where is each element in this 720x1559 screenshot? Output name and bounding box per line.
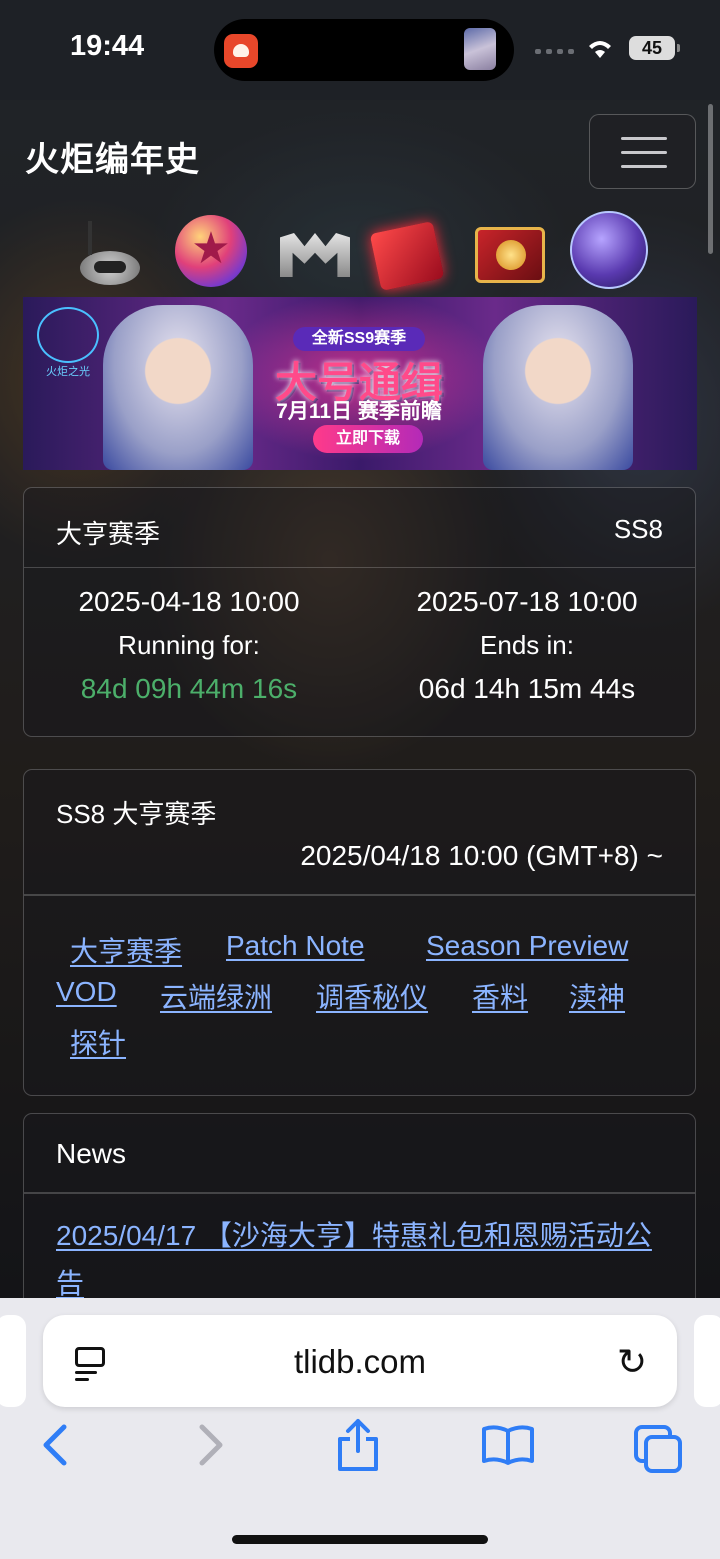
divider xyxy=(24,1192,695,1194)
cellular-signal-icon xyxy=(535,49,574,54)
browser-toolbar: tlidb.com ↻ xyxy=(0,1298,720,1559)
category-icon-row: ★ xyxy=(70,205,660,297)
link-probe[interactable]: 探针 xyxy=(70,1022,126,1062)
season-name: 大亨赛季 xyxy=(56,519,161,549)
address-bar[interactable]: tlidb.com ↻ xyxy=(43,1315,677,1407)
ends-label: Ends in: xyxy=(480,630,574,660)
news-card: News 2025/04/17 【沙海大亨】特惠礼包和恩赐活动公告 xyxy=(23,1113,696,1313)
game-logo xyxy=(37,307,99,363)
ends-counter: 06d 14h 15m 44s xyxy=(418,673,636,704)
wifi-icon xyxy=(585,36,615,67)
now-playing-artwork xyxy=(464,28,496,70)
link-blasphemy[interactable]: 渎神 xyxy=(569,976,625,1016)
game-logo-text: 火炬之光 xyxy=(46,366,90,378)
character-art-left xyxy=(103,305,253,470)
link-vod[interactable]: VOD xyxy=(56,976,117,1008)
star-orb-icon[interactable]: ★ xyxy=(175,215,247,287)
link-perfume-ritual[interactable]: 调香秘仪 xyxy=(316,976,428,1016)
home-indicator[interactable] xyxy=(232,1535,488,1544)
bookmarks-icon[interactable] xyxy=(480,1423,536,1483)
dynamic-island xyxy=(214,19,514,81)
link-season[interactable]: 大亨赛季 xyxy=(70,930,182,970)
running-label: Running for: xyxy=(118,630,260,660)
banner-tag: 全新SS9赛季 xyxy=(293,327,425,351)
legendary-gear-icon[interactable] xyxy=(280,233,350,277)
season-timer-card: 大亨赛季 SS8 2025-04-18 10:00 Running for: 8… xyxy=(23,487,696,737)
download-button[interactable]: 立即下载 xyxy=(313,425,423,453)
scrollbar[interactable] xyxy=(708,104,713,254)
link-patch-note[interactable]: Patch Note xyxy=(226,930,365,962)
back-icon[interactable] xyxy=(40,1423,70,1483)
season-header: 大亨赛季 SS8 xyxy=(24,488,695,568)
season-info-card: SS8 大亨赛季 2025/04/18 10:00 (GMT+8) ~ 大亨赛季… xyxy=(23,769,696,1096)
navigation-toolbar xyxy=(0,1419,720,1493)
start-datetime: 2025-04-18 10:00 xyxy=(78,586,300,617)
tabs-icon[interactable] xyxy=(632,1423,684,1489)
forward-icon[interactable] xyxy=(196,1423,226,1483)
status-bar: 19:44 45 xyxy=(0,0,720,100)
link-season-preview[interactable]: Season Preview xyxy=(426,930,628,962)
hamburger-menu-icon xyxy=(621,137,667,140)
reload-icon[interactable]: ↻ xyxy=(617,1341,647,1383)
end-datetime: 2025-07-18 10:00 xyxy=(416,586,638,617)
url-text[interactable]: tlidb.com xyxy=(43,1343,677,1381)
running-counter: 84d 09h 44m 16s xyxy=(80,673,298,704)
banner-date: 7月11日 赛季前瞻 xyxy=(276,400,442,423)
character-art-right xyxy=(483,305,633,470)
red-cube-icon[interactable] xyxy=(369,220,445,292)
season-promo-banner[interactable]: 火炬之光 全新SS9赛季 大号通缉 7月11日 赛季前瞻 立即下载 xyxy=(23,297,697,470)
site-title[interactable]: 火炬编年史 xyxy=(25,132,200,181)
season-info-title: SS8 大亨赛季 xyxy=(56,799,217,829)
news-item-link[interactable]: 2025/04/17 【沙海大亨】特惠礼包和恩赐活动公告 xyxy=(56,1212,666,1308)
previous-tab-preview[interactable] xyxy=(0,1315,26,1407)
hamburger-menu-button[interactable] xyxy=(589,114,696,189)
divider xyxy=(24,894,695,896)
news-title: News xyxy=(56,1138,127,1169)
treasure-chest-icon[interactable] xyxy=(475,227,545,283)
mask-relic-icon[interactable] xyxy=(70,215,150,295)
battery-indicator: 45 xyxy=(629,36,680,60)
clock: 19:44 xyxy=(70,30,145,62)
next-tab-preview[interactable] xyxy=(694,1315,720,1407)
live-activity-app-icon xyxy=(224,34,258,68)
season-end-column: 2025-07-18 10:00 Ends in: 06d 14h 15m 44… xyxy=(362,586,692,705)
season-code: SS8 xyxy=(613,514,663,544)
link-cloud-oasis[interactable]: 云端绿洲 xyxy=(160,976,272,1016)
share-icon[interactable] xyxy=(336,1417,380,1489)
link-spices[interactable]: 香料 xyxy=(472,976,528,1016)
void-crystal-icon[interactable] xyxy=(570,211,648,289)
season-start-column: 2025-04-18 10:00 Running for: 84d 09h 44… xyxy=(24,586,354,705)
season-start-time: 2025/04/18 10:00 (GMT+8) ~ xyxy=(300,840,663,871)
